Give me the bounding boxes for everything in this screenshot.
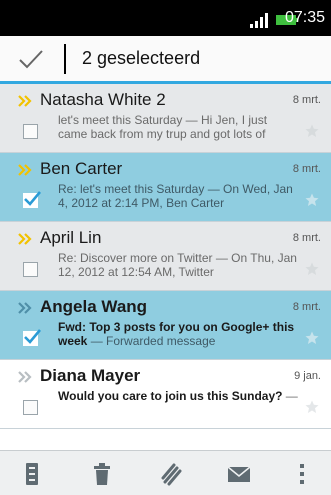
move-icon[interactable] xyxy=(21,462,45,486)
star-icon[interactable] xyxy=(305,331,319,345)
more-icon[interactable] xyxy=(290,462,314,486)
sender-name: April Lin xyxy=(40,228,102,247)
checkmark-icon xyxy=(24,191,41,206)
signal-icon xyxy=(250,13,268,28)
double-chevron-icon xyxy=(18,302,32,314)
message-date: 8 mrt. xyxy=(292,301,321,313)
star-icon[interactable] xyxy=(305,400,319,414)
star-icon[interactable] xyxy=(305,193,319,207)
double-chevron-icon xyxy=(18,164,32,176)
sender-name: Ben Carter xyxy=(40,159,123,178)
double-chevron-icon xyxy=(18,95,32,107)
select-checkbox[interactable] xyxy=(23,191,41,208)
select-checkbox[interactable] xyxy=(23,124,38,139)
message-date: 8 mrt. xyxy=(292,232,321,244)
list-item[interactable]: Ben Carter 8 mrt. Re: let's meet this Sa… xyxy=(0,153,331,222)
message-date: 8 mrt. xyxy=(292,94,321,106)
message-subject: Would you care to join us this Sunday? xyxy=(58,389,283,403)
list-item[interactable]: Natasha White 2 8 mrt. let's meet this S… xyxy=(0,84,331,153)
list-item[interactable]: Angela Wang 8 mrt. Fwd: Top 3 posts for … xyxy=(0,291,331,360)
message-list: Natasha White 2 8 mrt. let's meet this S… xyxy=(0,84,331,450)
star-icon[interactable] xyxy=(305,124,319,138)
list-item[interactable]: Diana Mayer 9 jan. Would you care to joi… xyxy=(0,360,331,429)
sender-name: Natasha White 2 xyxy=(40,90,166,109)
message-date: 9 jan. xyxy=(294,370,321,382)
message-preview: Would you care to join us this Sunday? — xyxy=(58,389,298,403)
action-divider xyxy=(64,44,66,74)
status-bar: 07:35 xyxy=(0,0,331,36)
list-item[interactable]: April Lin 8 mrt. Re: Discover more on Tw… xyxy=(0,222,331,291)
select-checkbox[interactable] xyxy=(23,400,38,415)
double-chevron-icon xyxy=(18,233,32,245)
message-preview: Re: let's meet this Saturday — On Wed, J… xyxy=(58,182,293,210)
delete-icon[interactable] xyxy=(90,462,114,486)
star-icon[interactable] xyxy=(305,262,319,276)
bottom-toolbar xyxy=(0,450,331,495)
thread-count: 2 xyxy=(156,90,166,109)
message-preview: let's meet this Saturday — Hi Jen, I jus… xyxy=(58,113,268,141)
message-preview: Fwd: Top 3 posts for you on Google+ this… xyxy=(58,320,298,348)
message-preview: Re: Discover more on Twitter — On Thu, J… xyxy=(58,251,297,279)
message-snippet: — xyxy=(282,389,298,403)
message-date: 8 mrt. xyxy=(292,163,321,175)
done-check-icon[interactable] xyxy=(18,48,44,70)
sender-name: Diana Mayer xyxy=(40,366,141,385)
double-chevron-icon xyxy=(18,371,32,383)
selection-count: 2 geselecteerd xyxy=(82,48,201,68)
action-bar: 2 geselecteerd xyxy=(0,36,331,84)
select-checkbox[interactable] xyxy=(23,329,41,346)
select-checkbox[interactable] xyxy=(23,262,38,277)
checkmark-icon xyxy=(24,329,41,344)
attach-icon[interactable] xyxy=(159,462,183,486)
mail-icon[interactable] xyxy=(227,462,251,486)
message-snippet: — Forwarded message xyxy=(87,334,216,348)
status-time: 07:35 xyxy=(284,9,325,26)
sender-name: Angela Wang xyxy=(40,297,148,316)
